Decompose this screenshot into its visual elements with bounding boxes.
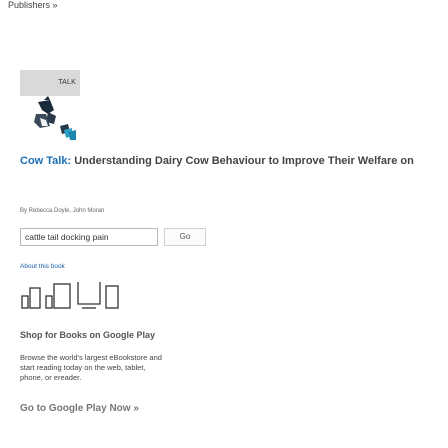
breadcrumb[interactable]: Publishers »	[8, 0, 58, 10]
cow-illustration-icon	[20, 96, 80, 146]
go-button[interactable]: Go	[164, 228, 206, 246]
google-play-logo-icon[interactable]	[20, 278, 180, 312]
book-authors: By Rebecca Doyle, John Moran	[20, 208, 105, 214]
cover-header: TALK	[20, 70, 80, 96]
shop-description: Browse the world's largest eBookstore an…	[20, 353, 162, 382]
book-title-text: Understanding Dairy Cow Behaviour to Imp…	[74, 155, 414, 167]
cover-series-label: TALK	[58, 79, 76, 86]
google-play-link[interactable]: Go to Google Play Now »	[20, 403, 139, 414]
about-this-book-link[interactable]: About this book	[20, 263, 65, 270]
shop-title: Shop for Books on Google Play	[20, 330, 156, 340]
book-title: Cow Talk: Understanding Dairy Cow Behavi…	[20, 154, 440, 169]
book-cover[interactable]: TALK	[20, 70, 80, 146]
series-prefix[interactable]: Cow Talk:	[20, 155, 71, 167]
search-input[interactable]	[20, 228, 158, 246]
